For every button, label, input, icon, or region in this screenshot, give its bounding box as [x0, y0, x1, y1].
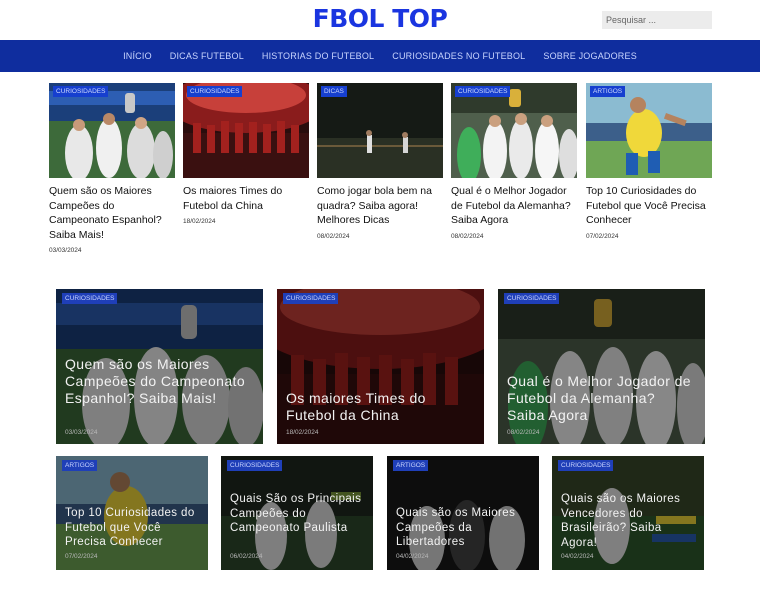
tile-date: 03/03/2024 [65, 429, 98, 436]
nav-item-curiosidades-no-futebol[interactable]: CURIOSIDADES NO FUTEBOL [383, 51, 534, 61]
post-title[interactable]: Qual é o Melhor Jogador de Futebol da Al… [451, 184, 577, 228]
post-title[interactable]: Quem são os Maiores Campeões do Campeona… [49, 184, 175, 242]
site-header: FBOL TOP [0, 0, 760, 40]
featured-tile[interactable]: CURIOSIDADES Quais São os Principais Cam… [221, 456, 373, 570]
tile-title[interactable]: Top 10 Curiosidades do Futebol que Você … [65, 506, 200, 550]
tile-date: 04/02/2024 [396, 553, 429, 560]
nav-item-inicio[interactable]: INÍCIO [114, 51, 161, 61]
featured-tile[interactable]: CURIOSIDADES Qual é o Melhor Jogador de … [498, 289, 705, 444]
featured-tile[interactable]: CURIOSIDADES Os maiores Times do Futebol… [277, 289, 484, 444]
main-nav: INÍCIO DICAS FUTEBOL HISTORIAS DO FUTEBO… [0, 40, 760, 72]
post-card[interactable]: CURIOSIDADES Qual é o Melhor Jogador de … [451, 83, 577, 240]
post-card[interactable]: ARTIGOS Top 10 Curiosidades do Futebol q… [586, 83, 712, 240]
tile-date: 07/02/2024 [65, 553, 98, 560]
nav-item-historias-do-futebol[interactable]: HISTORIAS DO FUTEBOL [253, 51, 383, 61]
post-date: 03/03/2024 [49, 247, 82, 254]
category-tag[interactable]: ARTIGOS [590, 86, 626, 97]
post-title[interactable]: Top 10 Curiosidades do Futebol que Você … [586, 184, 712, 228]
post-title[interactable]: Como jogar bola bem na quadra? Saiba ago… [317, 184, 443, 228]
post-card[interactable]: DICAS Como jogar bola bem na quadra? Sai… [317, 83, 443, 240]
tile-date: 06/02/2024 [230, 553, 263, 560]
post-thumbnail[interactable]: DICAS [317, 83, 443, 178]
nav-item-sobre-jogadores[interactable]: SOBRE JOGADORES [534, 51, 646, 61]
tile-title[interactable]: Quais são os Maiores Vencedores do Brasi… [561, 492, 696, 550]
tile-title[interactable]: Qual é o Melhor Jogador de Futebol da Al… [507, 373, 697, 424]
tile-title[interactable]: Quais são os Maiores Campeões da Liberta… [396, 506, 531, 550]
category-tag[interactable]: CURIOSIDADES [504, 293, 560, 304]
nav-item-dicas-futebol[interactable]: DICAS FUTEBOL [161, 51, 253, 61]
featured-tile[interactable]: CURIOSIDADES Quais são os Maiores Venced… [552, 456, 704, 570]
category-tag[interactable]: CURIOSIDADES [283, 293, 339, 304]
post-date: 08/02/2024 [317, 232, 350, 240]
post-card[interactable]: CURIOSIDADES Os maiores Times do Futebol… [183, 83, 309, 225]
search-input[interactable] [602, 11, 712, 29]
featured-tile[interactable]: ARTIGOS Top 10 Curiosidades do Futebol q… [56, 456, 208, 570]
tile-title[interactable]: Quais São os Principais Campeões do Camp… [230, 492, 365, 536]
category-tag[interactable]: ARTIGOS [393, 460, 429, 471]
post-thumbnail[interactable]: ARTIGOS [586, 83, 712, 178]
tile-date: 04/02/2024 [561, 553, 594, 560]
post-title[interactable]: Os maiores Times do Futebol da China [183, 184, 309, 213]
featured-tile[interactable]: ARTIGOS Quais são os Maiores Campeões da… [387, 456, 539, 570]
tile-date: 08/02/2024 [507, 429, 540, 436]
post-date: 18/02/2024 [183, 218, 216, 225]
category-tag[interactable]: CURIOSIDADES [227, 460, 283, 471]
category-tag[interactable]: CURIOSIDADES [53, 86, 109, 97]
post-date: 08/02/2024 [451, 232, 484, 240]
post-date: 07/02/2024 [586, 232, 619, 240]
category-tag[interactable]: CURIOSIDADES [455, 86, 511, 97]
tile-date: 18/02/2024 [286, 429, 319, 436]
category-tag[interactable]: ARTIGOS [62, 460, 98, 471]
category-tag[interactable]: CURIOSIDADES [187, 86, 243, 97]
post-thumbnail[interactable]: CURIOSIDADES [451, 83, 577, 178]
category-tag[interactable]: DICAS [321, 86, 347, 97]
post-thumbnail[interactable]: CURIOSIDADES [49, 83, 175, 178]
featured-tile[interactable]: CURIOSIDADES Quem são os Maiores Campeõe… [56, 289, 263, 444]
tile-title[interactable]: Os maiores Times do Futebol da China [286, 390, 476, 424]
category-tag[interactable]: CURIOSIDADES [558, 460, 614, 471]
post-thumbnail[interactable]: CURIOSIDADES [183, 83, 309, 178]
post-card[interactable]: CURIOSIDADES Quem são os Maiores Campeõe… [49, 83, 175, 254]
category-tag[interactable]: CURIOSIDADES [62, 293, 118, 304]
tile-title[interactable]: Quem são os Maiores Campeões do Campeona… [65, 356, 255, 407]
